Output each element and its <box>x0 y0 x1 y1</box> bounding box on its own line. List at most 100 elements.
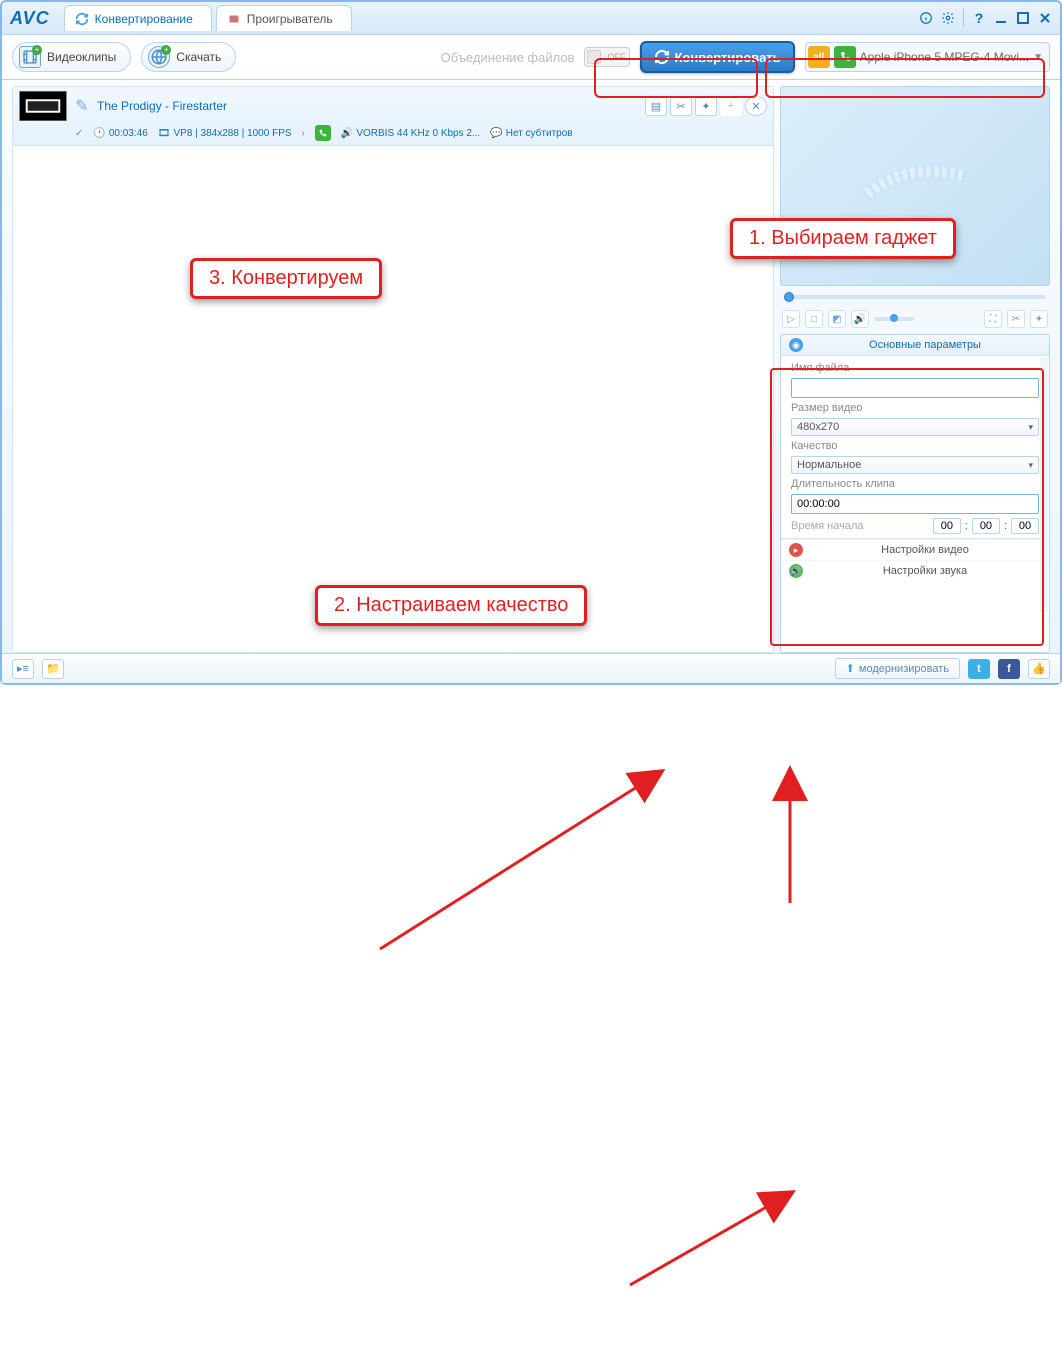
filmstrip-icon <box>855 156 975 216</box>
start-time-label: Время начала <box>791 520 929 532</box>
arrow-icon: › <box>302 128 305 139</box>
button-label: Конвертировать <box>674 50 780 65</box>
close-icon[interactable] <box>1038 11 1052 25</box>
clip-item[interactable]: ✎ The Prodigy - Firestarter ▤ ✂ ✦ + ✕ ✓ … <box>13 87 773 146</box>
scrollbar[interactable] <box>1040 357 1048 612</box>
chevron-down-icon: ▾ <box>1028 460 1033 471</box>
convert-button[interactable]: Конвертировать <box>640 41 794 73</box>
time-ss-input[interactable] <box>1011 518 1039 534</box>
time-hh-input[interactable] <box>933 518 961 534</box>
params-panel: ◉ Основные параметры Имя файла Размер ви… <box>780 334 1050 653</box>
cut-icon[interactable]: ✂ <box>670 96 692 116</box>
annotation-callout-3: 3. Конвертируем <box>190 258 382 299</box>
crop-icon[interactable]: ⛶ <box>984 310 1002 328</box>
refresh-icon <box>654 49 670 65</box>
gear-icon[interactable] <box>941 11 955 25</box>
chevron-down-icon: ▼ <box>1033 52 1043 63</box>
fx-icon[interactable]: ✦ <box>1030 310 1048 328</box>
quality-select[interactable]: Нормальное ▾ <box>791 456 1039 474</box>
quality-label: Качество <box>791 440 1039 452</box>
app-window: AVC Конвертирование Проигрыватель ? <box>0 0 1062 685</box>
minimize-icon[interactable] <box>994 11 1008 25</box>
play-icon[interactable]: ▷ <box>782 310 800 328</box>
scissors-icon[interactable]: ✂ <box>1007 310 1025 328</box>
facebook-icon[interactable]: f <box>998 659 1020 679</box>
film-icon: 🎞 <box>158 128 171 139</box>
globe-icon: ◉ <box>789 338 803 352</box>
select-value: 480x270 <box>797 421 839 433</box>
refresh-icon <box>75 12 89 26</box>
pencil-icon[interactable]: ✎ <box>75 99 89 113</box>
button-label: Скачать <box>176 50 221 64</box>
clock-icon: 🕐 <box>93 128 105 139</box>
annotation-callout-1: 1. Выбираем гаджет <box>730 218 956 259</box>
audio-settings-row[interactable]: 🔊 Настройки звука <box>781 560 1049 581</box>
edit-icon[interactable]: ▤ <box>645 96 667 116</box>
clip-title: The Prodigy - Firestarter <box>97 99 637 113</box>
player-controls: ▷ □ ◩ 🔊 ⛶ ✂ ✦ <box>780 308 1050 330</box>
add-icon[interactable]: + <box>720 96 742 116</box>
params-header: ◉ Основные параметры <box>781 335 1049 356</box>
main-toolbar: + Видеоклипы + Скачать Объединение файло… <box>2 34 1060 80</box>
sound-icon: 🔊 <box>341 128 353 139</box>
button-label: модернизировать <box>859 663 949 675</box>
phone-icon <box>315 125 331 141</box>
globe-icon: + <box>148 46 170 68</box>
filename-input[interactable] <box>791 378 1039 398</box>
video-settings-label: Настройки видео <box>809 544 1041 556</box>
clip-thumbnail <box>19 91 67 121</box>
camera-icon[interactable]: ◩ <box>828 310 846 328</box>
thumbs-up-icon[interactable]: 👍 <box>1028 659 1050 679</box>
annotation-arrows <box>0 685 1062 1370</box>
film-icon: + <box>19 46 41 68</box>
list-view-icon[interactable]: ▸≡ <box>12 659 34 679</box>
maximize-icon[interactable] <box>1016 11 1030 25</box>
checkmark-icon: ✓ <box>75 128 83 139</box>
download-button[interactable]: + Скачать <box>141 42 236 72</box>
clip-info-row: ✓ 🕐 00:03:46 🎞 VP8 | 384x288 | 1000 FPS … <box>19 125 767 141</box>
videosize-label: Размер видео <box>791 402 1039 414</box>
info-icon[interactable] <box>919 11 933 25</box>
body: ✎ The Prodigy - Firestarter ▤ ✂ ✦ + ✕ ✓ … <box>2 80 1060 653</box>
title-bar: AVC Конвертирование Проигрыватель ? <box>2 2 1060 34</box>
remove-icon[interactable]: ✕ <box>745 96 767 116</box>
help-icon[interactable]: ? <box>972 11 986 25</box>
upgrade-button[interactable]: ⬆ модернизировать <box>835 658 960 679</box>
audio-settings-icon: 🔊 <box>789 564 803 578</box>
tab-player[interactable]: Проигрыватель <box>216 5 352 31</box>
clip-list: ✎ The Prodigy - Firestarter ▤ ✂ ✦ + ✕ ✓ … <box>12 86 774 653</box>
chat-icon: 💬 <box>490 128 502 139</box>
tab-convert[interactable]: Конвертирование <box>64 5 212 31</box>
audio-settings-label: Настройки звука <box>809 565 1041 577</box>
select-value: Нормальное <box>797 459 861 471</box>
annotation-callout-2: 2. Настраиваем качество <box>315 585 587 626</box>
filename-label: Имя файла <box>791 362 1039 374</box>
merge-toggle[interactable]: OFF <box>584 47 630 67</box>
separator <box>963 9 964 27</box>
toggle-off-label: OFF <box>607 52 625 62</box>
time-mm-input[interactable] <box>972 518 1000 534</box>
duration-input[interactable] <box>791 494 1039 514</box>
stop-icon[interactable]: □ <box>805 310 823 328</box>
videosize-select[interactable]: 480x270 ▾ <box>791 418 1039 436</box>
phone-icon <box>834 46 856 68</box>
clip-format: VP8 | 384x288 | 1000 FPS <box>173 128 291 139</box>
twitter-icon[interactable]: t <box>968 659 990 679</box>
app-logo: AVC <box>10 8 50 29</box>
clip-audio: VORBIS 44 KHz 0 Kbps 2... <box>356 128 480 139</box>
tab-label: Конвертирование <box>95 12 193 26</box>
all-badge-icon: all <box>808 46 830 68</box>
device-selector[interactable]: all Apple iPhone 5 MPEG-4 Movi... ▼ <box>805 42 1050 72</box>
params-title: Основные параметры <box>809 339 1041 351</box>
player-icon <box>227 12 241 26</box>
right-sidebar: ▷ □ ◩ 🔊 ⛶ ✂ ✦ ◉ Основные параметры Имя ф… <box>780 86 1050 653</box>
wand-icon[interactable]: ✦ <box>695 96 717 116</box>
clip-subs: Нет субтитров <box>506 128 573 139</box>
folder-icon[interactable]: 📁 <box>42 659 64 679</box>
volume-icon[interactable]: 🔊 <box>851 310 869 328</box>
volume-slider[interactable] <box>874 317 914 321</box>
video-clips-button[interactable]: + Видеоклипы <box>12 42 131 72</box>
seek-slider[interactable] <box>780 290 1050 304</box>
video-settings-row[interactable]: ▸ Настройки видео <box>781 539 1049 560</box>
plus-badge-icon: + <box>161 45 171 55</box>
